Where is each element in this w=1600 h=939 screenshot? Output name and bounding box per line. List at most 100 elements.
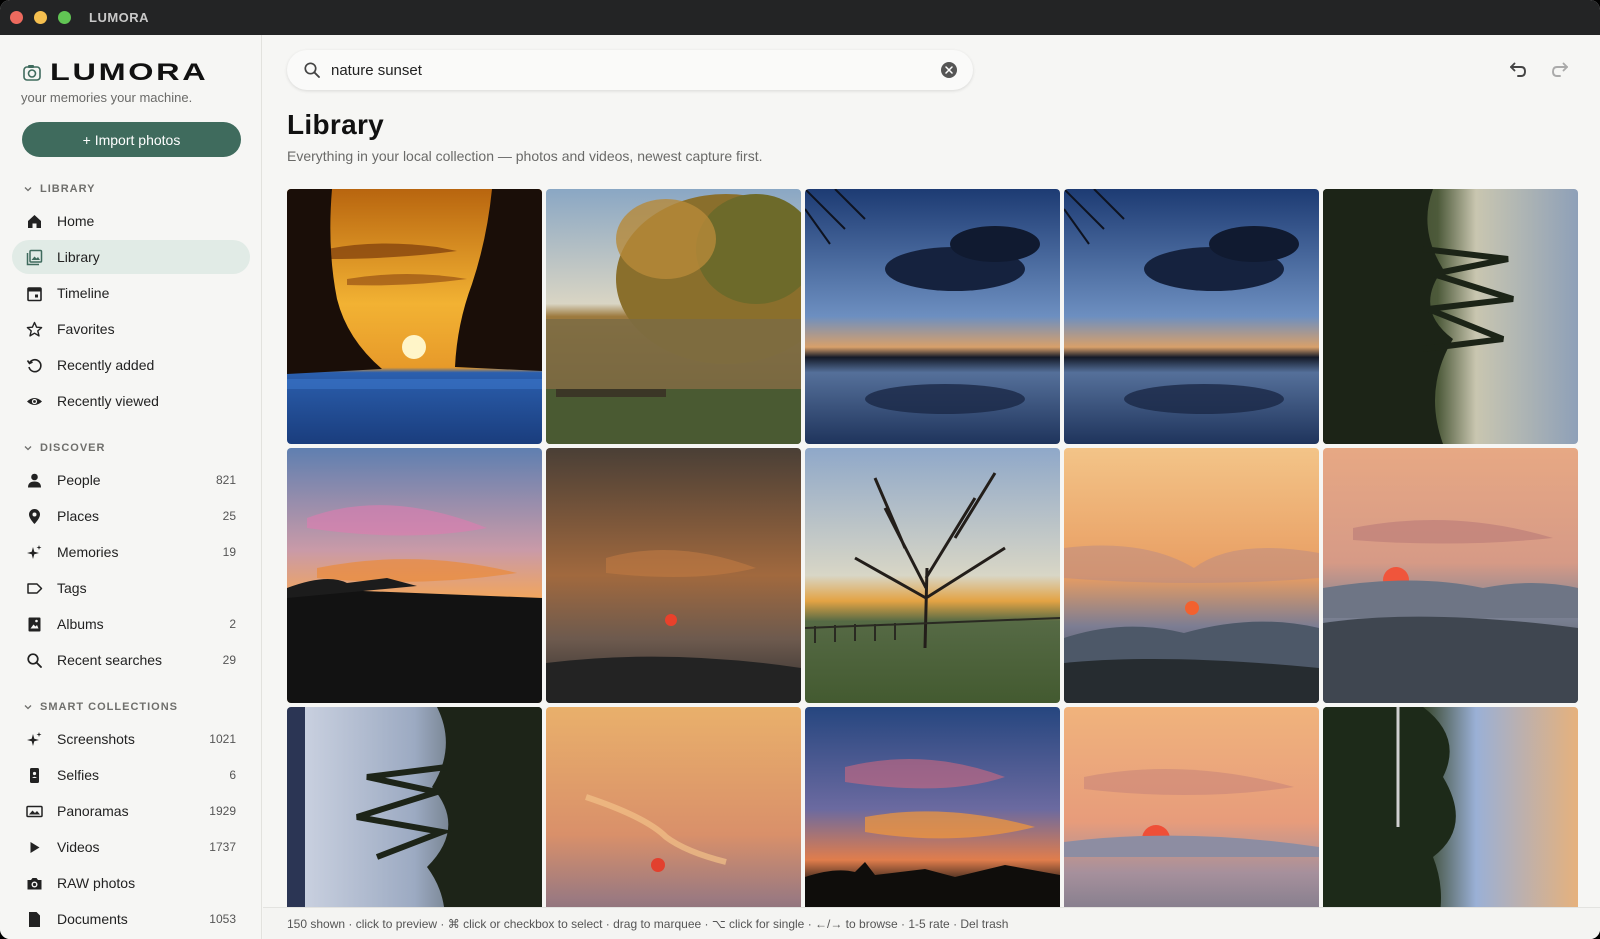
main-content: Library Everything in your local collect… bbox=[263, 35, 1600, 939]
photo-tile[interactable] bbox=[1323, 448, 1578, 703]
photo-tile[interactable] bbox=[805, 448, 1060, 703]
tag-icon bbox=[27, 583, 43, 594]
sidebar-item-count: 1929 bbox=[209, 804, 236, 818]
brand: LUMORA bbox=[22, 59, 206, 87]
phone-icon bbox=[30, 768, 39, 783]
clear-search-button[interactable] bbox=[941, 62, 957, 78]
photo-tile[interactable] bbox=[1064, 448, 1319, 703]
redo-icon[interactable] bbox=[1550, 59, 1572, 81]
sidebar-item-label: People bbox=[57, 472, 101, 488]
sidebar-item-label: Selfies bbox=[57, 767, 100, 783]
sidebar-item-tags[interactable]: Tags bbox=[12, 571, 250, 605]
brand-name: LUMORA bbox=[50, 59, 209, 86]
sidebar-item-count: 25 bbox=[222, 509, 236, 523]
sidebar-item-count: 1053 bbox=[209, 912, 236, 926]
sidebar-item-count: 1021 bbox=[209, 732, 236, 746]
panorama-icon bbox=[26, 805, 43, 818]
minimize-window-button[interactable] bbox=[34, 11, 47, 24]
sidebar-item-label: Library bbox=[57, 249, 100, 265]
photo-tile[interactable] bbox=[546, 707, 801, 907]
sidebar-item-label: Albums bbox=[57, 616, 104, 632]
photo-tile[interactable] bbox=[1323, 189, 1578, 444]
photo-tile[interactable] bbox=[1064, 189, 1319, 444]
photo-tile[interactable] bbox=[805, 189, 1060, 444]
section-label: DISCOVER bbox=[40, 442, 106, 454]
close-window-button[interactable] bbox=[10, 11, 23, 24]
photo-tile[interactable] bbox=[805, 707, 1060, 907]
window-title: LUMORA bbox=[89, 10, 150, 25]
search-input[interactable] bbox=[331, 59, 891, 81]
sidebar-item-people[interactable]: People 821 bbox=[12, 463, 250, 497]
undo-icon[interactable] bbox=[1506, 59, 1528, 81]
sidebar-item-label: Documents bbox=[57, 911, 128, 927]
import-photos-button[interactable]: + Import photos bbox=[22, 122, 241, 157]
sidebar-item-places[interactable]: Places 25 bbox=[12, 499, 250, 533]
sidebar-item-label: RAW photos bbox=[57, 875, 136, 891]
sidebar-item-videos[interactable]: Videos 1737 bbox=[12, 830, 250, 864]
chevron-down-icon bbox=[24, 446, 32, 451]
sidebar-item-label: Screenshots bbox=[57, 731, 135, 747]
zoom-window-button[interactable] bbox=[58, 11, 71, 24]
sidebar-item-raw-photos[interactable]: RAW photos bbox=[12, 866, 250, 900]
sparkle-icon bbox=[27, 732, 42, 746]
photo-tile[interactable] bbox=[546, 189, 801, 444]
sidebar-item-count: 29 bbox=[222, 653, 236, 667]
sidebar-item-panoramas[interactable]: Panoramas 1929 bbox=[12, 794, 250, 828]
status-bar: 150 shown · click to preview · ⌘ click o… bbox=[263, 907, 1600, 939]
sidebar-item-label: Tags bbox=[57, 580, 87, 596]
sidebar-item-count: 6 bbox=[229, 768, 236, 782]
sidebar-item-label: Favorites bbox=[57, 321, 115, 337]
sidebar-item-count: 1737 bbox=[209, 840, 236, 854]
history-icon bbox=[26, 358, 42, 373]
search-bar[interactable] bbox=[287, 50, 973, 90]
album-icon bbox=[28, 617, 41, 632]
sidebar-item-library[interactable]: Library bbox=[12, 240, 250, 274]
sidebar-item-albums[interactable]: Albums 2 bbox=[12, 607, 250, 641]
star-icon bbox=[26, 321, 43, 337]
sidebar-item-label: Videos bbox=[57, 839, 100, 855]
sidebar: LUMORA your memories your machine. + Imp… bbox=[0, 35, 262, 939]
sidebar-item-documents[interactable]: Documents 1053 bbox=[12, 902, 250, 936]
sidebar-item-selfies[interactable]: Selfies 6 bbox=[12, 758, 250, 792]
photo-tile[interactable] bbox=[287, 189, 542, 444]
sidebar-item-label: Home bbox=[57, 213, 95, 229]
sparkle-icon bbox=[27, 545, 42, 559]
search-icon bbox=[27, 653, 42, 668]
status-text: 150 shown · click to preview · ⌘ click o… bbox=[287, 917, 1009, 931]
section-library-header[interactable]: LIBRARY bbox=[24, 183, 95, 195]
brand-tagline: your memories your machine. bbox=[21, 90, 193, 105]
sidebar-item-favorites[interactable]: Favorites bbox=[12, 312, 250, 346]
chevron-down-icon bbox=[24, 187, 32, 192]
photo-tile[interactable] bbox=[287, 707, 542, 907]
section-discover-header[interactable]: DISCOVER bbox=[24, 442, 105, 454]
section-smart-collections-header[interactable]: SMART COLLECTIONS bbox=[24, 701, 178, 713]
sidebar-item-label: Places bbox=[57, 508, 100, 524]
photo-tile[interactable] bbox=[1064, 707, 1319, 907]
search-icon bbox=[304, 62, 320, 78]
sidebar-item-count: 2 bbox=[229, 617, 236, 631]
sidebar-item-recent-searches[interactable]: Recent searches 29 bbox=[12, 643, 250, 677]
chevron-down-icon bbox=[24, 705, 32, 710]
calendar-icon bbox=[27, 287, 42, 302]
camera-icon bbox=[27, 878, 42, 890]
photo-tile[interactable] bbox=[287, 448, 542, 703]
sidebar-item-recently-added[interactable]: Recently added bbox=[12, 348, 250, 382]
photo-tile[interactable] bbox=[1323, 707, 1578, 907]
eye-icon bbox=[27, 398, 42, 405]
home-icon bbox=[28, 215, 41, 228]
page-subtitle: Everything in your local collection — ph… bbox=[287, 148, 763, 164]
brand-logo-icon bbox=[23, 65, 41, 81]
photo-tile[interactable] bbox=[546, 448, 801, 703]
page-title: Library bbox=[287, 109, 385, 140]
sidebar-item-label: Recently viewed bbox=[57, 393, 159, 409]
sidebar-item-count: 19 bbox=[222, 545, 236, 559]
sidebar-item-recently-viewed[interactable]: Recently viewed bbox=[12, 384, 250, 418]
sidebar-item-screenshots[interactable]: Screenshots 1021 bbox=[12, 722, 250, 756]
sidebar-item-label: Memories bbox=[57, 544, 119, 560]
sidebar-item-label: Panoramas bbox=[57, 803, 129, 819]
sidebar-item-memories[interactable]: Memories 19 bbox=[12, 535, 250, 569]
sidebar-item-home[interactable]: Home bbox=[12, 204, 250, 238]
sidebar-item-timeline[interactable]: Timeline bbox=[12, 276, 250, 310]
sidebar-item-label: Recently added bbox=[57, 357, 155, 373]
document-icon bbox=[29, 912, 40, 927]
